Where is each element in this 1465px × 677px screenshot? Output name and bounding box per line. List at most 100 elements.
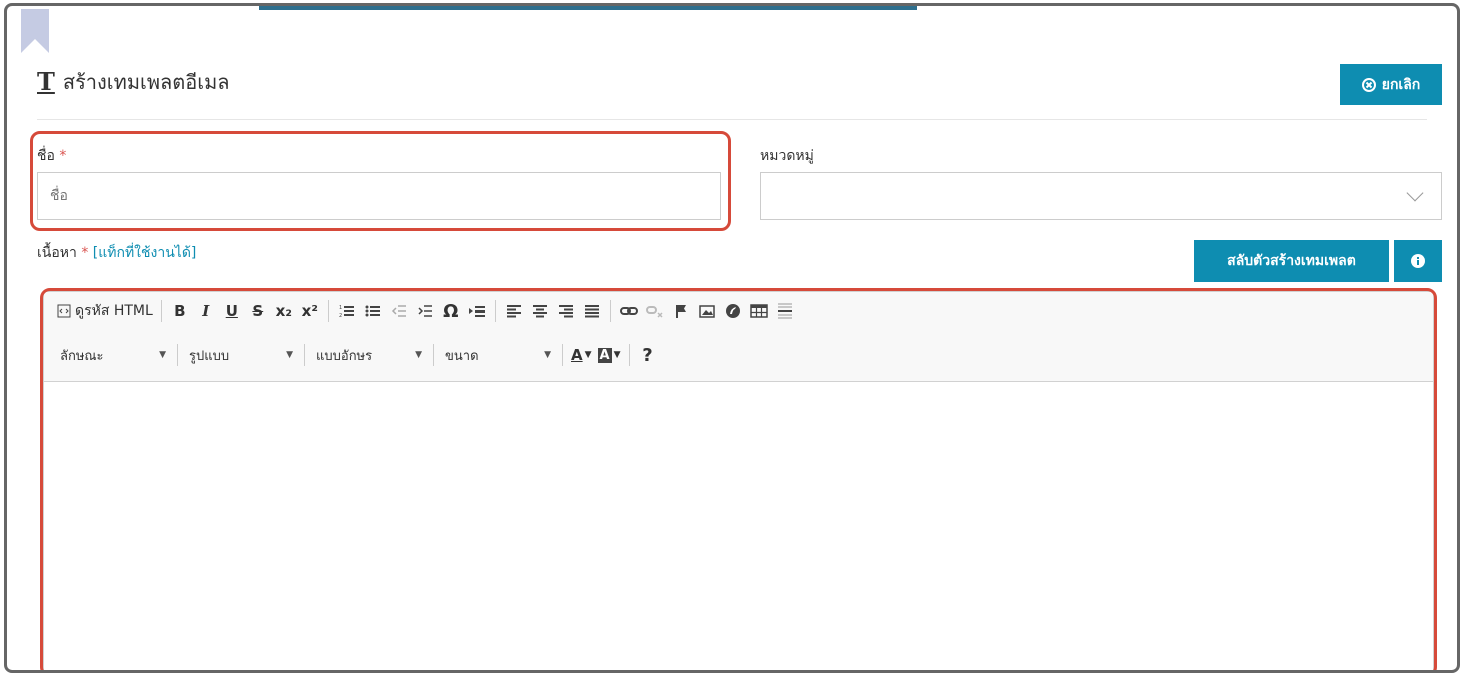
style-dropdown-label: ลักษณะ: [60, 348, 104, 364]
view-source-button[interactable]: ดูรหัส HTML: [54, 298, 156, 324]
view-source-label: ดูรหัส HTML: [75, 303, 153, 319]
outdent-icon: [391, 305, 406, 317]
format-dropdown[interactable]: รูปแบบ ▼: [183, 342, 299, 368]
background-color-icon: A: [597, 347, 612, 363]
top-tab-indicator: [259, 6, 917, 10]
toolbar-separator: [327, 300, 329, 322]
page-title: สร้างเทมเพลตอีเมล: [62, 70, 230, 94]
toolbar-separator: [177, 344, 178, 366]
font-dropdown-label: แบบอักษร: [316, 348, 373, 364]
name-label: ชื่อ *: [37, 145, 66, 167]
horizontal-rule-icon: [777, 303, 792, 319]
horizontal-rule-button[interactable]: [772, 298, 798, 324]
caret-down-icon: ▼: [286, 350, 293, 360]
help-button[interactable]: ?: [635, 342, 661, 368]
increase-indent-button[interactable]: [412, 298, 438, 324]
toolbar-separator: [304, 344, 305, 366]
caret-down-icon: ▼: [415, 350, 422, 360]
align-right-icon: [558, 305, 573, 318]
header-divider: [37, 119, 1427, 120]
insert-table-button[interactable]: [746, 298, 772, 324]
toolbar-separator: [609, 300, 611, 322]
insert-link-button[interactable]: [616, 298, 642, 324]
content-label: เนื้อหา * [แท็กที่ใช้งานได้]: [37, 242, 196, 264]
align-left-button[interactable]: [501, 298, 527, 324]
subscript-button[interactable]: x₂: [271, 298, 297, 324]
numbered-list-button[interactable]: 12: [334, 298, 360, 324]
decrease-indent-button[interactable]: [386, 298, 412, 324]
toolbar-separator: [628, 344, 630, 366]
image-icon: [699, 305, 715, 318]
unlink-icon: [645, 306, 663, 318]
caret-down-icon: ▼: [584, 350, 592, 360]
link-icon: [619, 307, 638, 315]
style-dropdown[interactable]: ลักษณะ ▼: [54, 342, 172, 368]
required-mark: *: [59, 148, 67, 164]
indent-icon: [418, 305, 432, 317]
toolbar-row-2: ลักษณะ ▼ รูปแบบ ▼ แบบอักษร ▼ ขนาด ▼ A ▼ …: [54, 340, 661, 370]
required-mark: *: [81, 245, 89, 261]
background-color-button[interactable]: A ▼: [595, 342, 624, 368]
size-dropdown[interactable]: ขนาด ▼: [439, 342, 557, 368]
name-input[interactable]: [37, 172, 721, 220]
app-window: T สร้างเทมเพลตอีเมล ยกเลิก ชื่อ * หมวดหม…: [4, 3, 1460, 673]
page-header: T สร้างเทมเพลตอีเมล: [37, 66, 230, 98]
insert-image-button[interactable]: [694, 298, 720, 324]
category-select[interactable]: [760, 172, 1442, 220]
special-character-button[interactable]: Ω: [438, 298, 464, 324]
rich-text-editor: ดูรหัส HTML B I U S x₂ x² 12 Ω ลักษณะ ▼ …: [43, 291, 1434, 670]
toolbar-separator: [562, 344, 563, 366]
chevron-down-icon: [1406, 184, 1424, 202]
align-right-button[interactable]: [553, 298, 579, 324]
available-tags-link[interactable]: [แท็กที่ใช้งานได้]: [93, 245, 197, 261]
bookmark-icon: [21, 9, 49, 53]
insert-flash-button[interactable]: [720, 298, 746, 324]
insert-block-button[interactable]: [464, 298, 490, 324]
align-left-icon: [506, 305, 521, 318]
unlink-button[interactable]: [642, 298, 668, 324]
caret-down-icon: ▼: [544, 350, 551, 360]
font-dropdown[interactable]: แบบอักษร ▼: [310, 342, 428, 368]
bulleted-list-button[interactable]: [360, 298, 386, 324]
block-icon: [468, 306, 485, 317]
superscript-button[interactable]: x²: [297, 298, 323, 324]
toolbar-separator: [494, 300, 496, 322]
table-icon: [750, 304, 768, 318]
flag-icon: [675, 305, 686, 318]
text-color-icon: A: [571, 346, 583, 364]
caret-down-icon: ▼: [613, 350, 621, 360]
text-type-icon: T: [37, 67, 55, 96]
cancel-button[interactable]: ยกเลิก: [1340, 64, 1442, 105]
size-dropdown-label: ขนาด: [445, 348, 479, 364]
flash-icon: [725, 304, 740, 318]
align-center-button[interactable]: [527, 298, 553, 324]
format-dropdown-label: รูปแบบ: [189, 348, 230, 364]
justify-button[interactable]: [579, 298, 605, 324]
toolbar-separator: [433, 344, 434, 366]
cancel-label: ยกเลิก: [1381, 75, 1421, 92]
toolbar-separator: [160, 300, 162, 322]
info-icon: [1411, 254, 1425, 268]
category-label: หมวดหมู่: [760, 148, 814, 164]
swap-builder-button[interactable]: สลับตัวสร้างเทมเพลต: [1194, 240, 1389, 282]
underline-button[interactable]: U: [219, 298, 245, 324]
source-icon: [57, 304, 71, 318]
name-label-text: ชื่อ: [37, 148, 55, 164]
editor-content-area[interactable]: [44, 383, 1433, 670]
editor-toolbar: ดูรหัส HTML B I U S x₂ x² 12 Ω ลักษณะ ▼ …: [44, 292, 1433, 382]
justify-icon: [584, 305, 599, 318]
svg-text:2: 2: [339, 313, 342, 318]
bulleted-list-icon: [365, 305, 380, 317]
align-center-icon: [532, 305, 547, 318]
info-button[interactable]: [1394, 240, 1442, 282]
italic-button[interactable]: I: [193, 298, 219, 324]
toolbar-row-1: ดูรหัส HTML B I U S x₂ x² 12 Ω: [54, 296, 798, 326]
bold-button[interactable]: B: [167, 298, 193, 324]
numbered-list-icon: 12: [339, 305, 354, 318]
anchor-button[interactable]: [668, 298, 694, 324]
cancel-circle-icon: [1361, 77, 1376, 92]
text-color-button[interactable]: A ▼: [568, 342, 595, 368]
strikethrough-button[interactable]: S: [245, 298, 271, 324]
svg-text:1: 1: [339, 305, 342, 311]
content-label-text: เนื้อหา: [37, 245, 77, 261]
